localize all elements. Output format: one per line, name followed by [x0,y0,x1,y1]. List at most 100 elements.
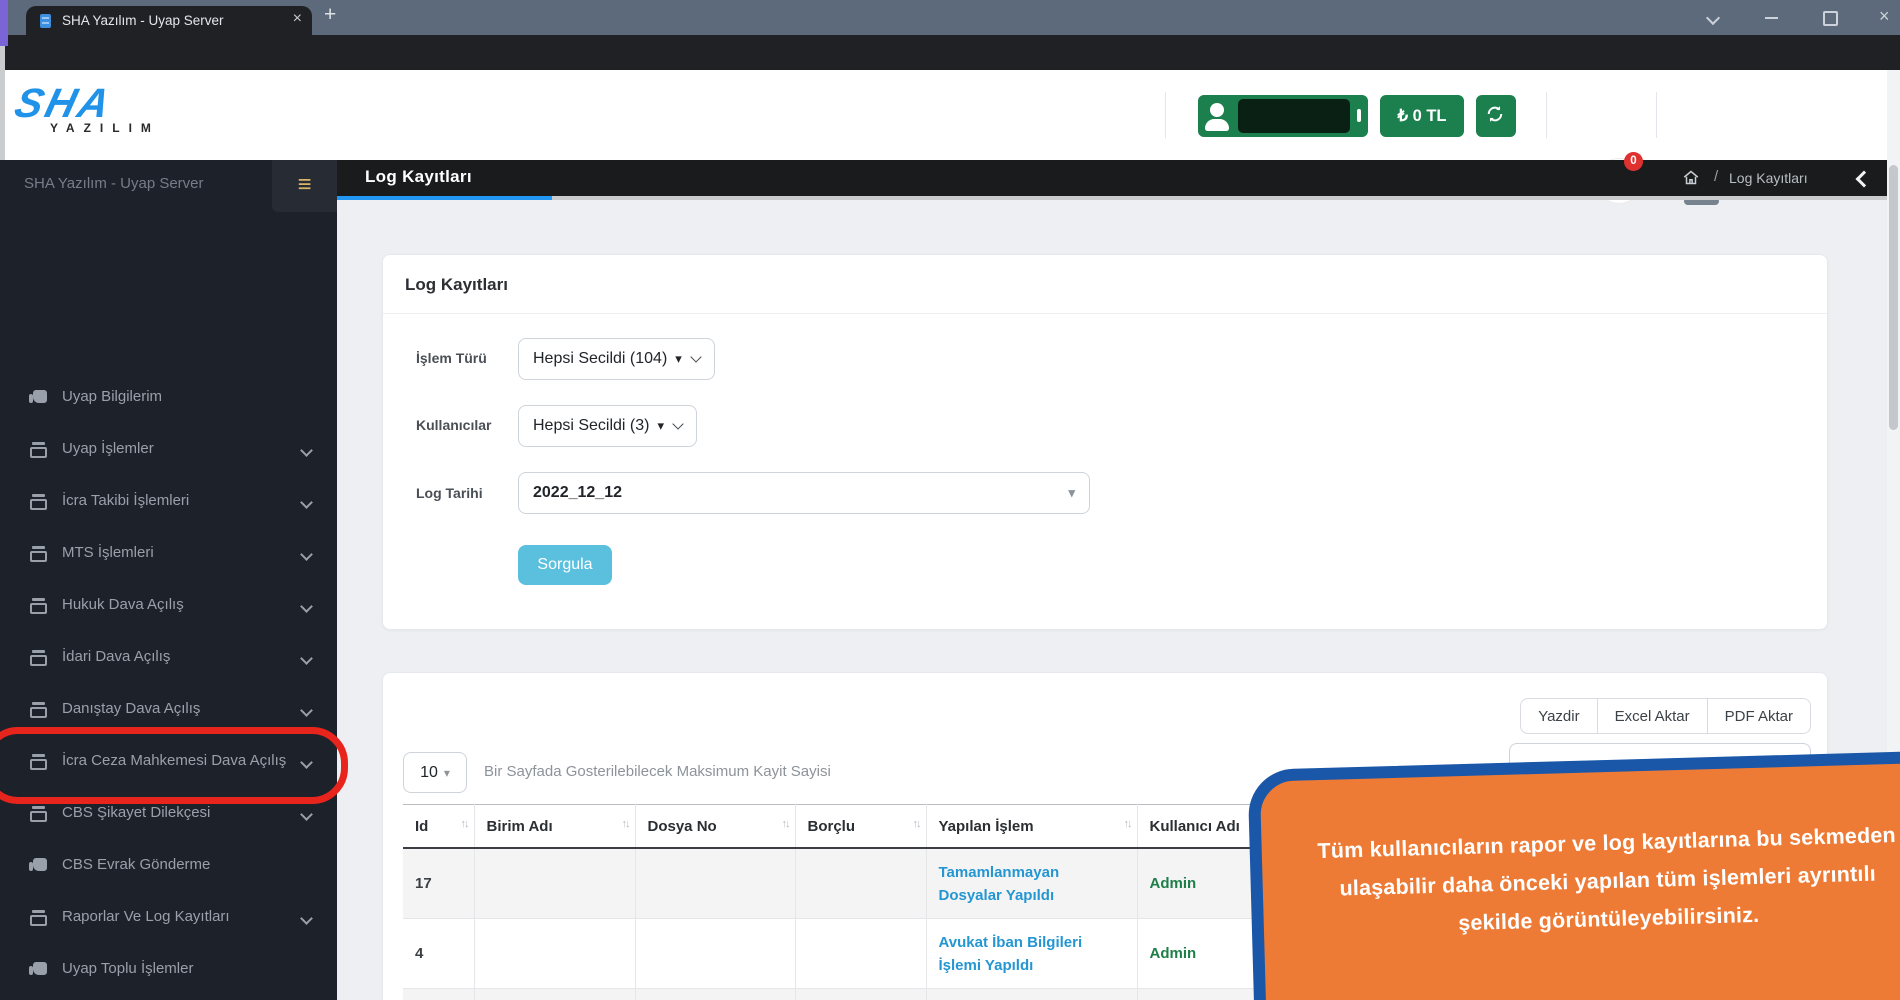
redacted-text [1238,99,1350,133]
refresh-icon [1485,104,1505,124]
caret-down-icon: ▾ [657,418,664,433]
sidebar-item-label: MTS İşlemleri [62,544,154,561]
islem-turu-select[interactable]: Hepsi Secildi (104)▾ [518,338,715,380]
lira-icon: ₺ [1397,107,1408,125]
chevron-down-icon [300,444,313,457]
sidebar-item-raporlar-log[interactable]: Raporlar Ve Log Kayıtları [0,892,337,944]
sidebar-item-label: Hukuk Dava Açılış [62,596,184,613]
refresh-button[interactable] [1476,95,1516,137]
sidebar-item-tum-dosyalar[interactable]: Tüm Uyap Dosyaları Çekme [0,996,337,1000]
cell-id: 3 [403,989,474,1000]
sidebar-item-mts-islemleri[interactable]: MTS İşlemleri [0,528,337,580]
sidebar-item-uyap-toplu[interactable]: Uyap Toplu İşlemler [0,944,337,996]
sort-icon[interactable]: ↑↓ [1124,818,1131,830]
archive-icon [30,442,47,458]
archive-icon [30,546,47,562]
sidebar-item-label: CBS Evrak Gönderme [62,856,210,873]
balance-label: 0 TL [1413,107,1447,125]
home-icon[interactable] [1682,169,1700,191]
column-header-birim-adi[interactable]: Birim Adı↑↓ [474,805,635,849]
sort-icon[interactable]: ↑↓ [622,818,629,830]
sidebar-item-label: CBS Şikayet Dilekçesi [62,804,210,821]
archive-icon [30,650,47,666]
column-header-id[interactable]: Id↑↓ [403,805,474,849]
background-window-edge [0,0,8,46]
browser-url-bar: ← → ⚠ Güvenli değil | yapServer/LogKayit… [0,35,1900,70]
log-tarihi-select[interactable]: 2022_12_12 ▾ [518,472,1090,514]
sidebar-item-cbs-evrak[interactable]: CBS Evrak Gönderme [0,840,337,892]
kullanicilar-label: Kullanıcılar [416,417,491,433]
tab-search-chevron-icon[interactable] [1706,11,1720,25]
sidebar-item-icra-takibi[interactable]: İcra Takibi İşlemleri [0,476,337,528]
chevron-down-icon [300,912,313,925]
hamburger-icon: ≡ [272,160,337,210]
header-separator [1165,92,1166,138]
page-title: Log Kayıtları [365,167,472,187]
cell-dosya-no [635,848,795,919]
pdf-export-button[interactable]: PDF Aktar [1707,698,1811,734]
new-tab-button[interactable]: + [324,3,336,27]
sha-logo[interactable]: SHA YAZILIM [16,82,160,135]
sort-icon[interactable]: ↑↓ [913,818,920,830]
sidebar-item-label: İcra Takibi İşlemleri [62,492,189,509]
sidebar-item-label: Raporlar Ve Log Kayıtları [62,908,230,925]
collapse-panel-chevron-icon[interactable] [1856,171,1873,188]
balance-button[interactable]: ₺ 0 TL [1380,95,1464,137]
cell-islem-link[interactable]: Avukat İban Bilgileri İşlemi Yapıldı [926,989,1137,1000]
kullanicilar-select[interactable]: Hepsi Secildi (3)▾ [518,405,697,447]
column-header-dosya-no[interactable]: Dosya No↑↓ [635,805,795,849]
sidebar-item-uyap-bilgilerim[interactable]: Uyap Bilgilerim [0,372,337,424]
tab-close-icon[interactable]: × [293,10,302,28]
screen: SHA Yazılım - Uyap Server × + × ← → ⚠ Gü… [0,0,1900,1000]
cell-dosya-no [635,919,795,989]
uyap-session-button[interactable] [1198,95,1368,137]
scrollbar-thumb[interactable] [1889,165,1898,430]
chevron-down-icon [300,808,313,821]
chevron-down-icon [300,704,313,717]
excel-export-button[interactable]: Excel Aktar [1597,698,1708,734]
column-header-yapilan-islem[interactable]: Yapılan İşlem↑↓ [926,805,1137,849]
sidebar-title: SHA Yazılım - Uyap Server [24,175,204,192]
sidebar: SHA Yazılım - Uyap Server ≡ Uyap Bilgile… [0,160,337,1000]
chevron-down-icon [690,351,701,362]
sidebar-item-label: İdari Dava Açılış [62,648,170,665]
cell-birim-adi [474,919,635,989]
header-separator [1656,92,1657,138]
cell-islem-link[interactable]: Tamamlanmayan Dosyalar Yapıldı [926,848,1137,919]
hand-icon [33,962,47,975]
sort-icon[interactable]: ↑↓ [782,818,789,830]
print-button[interactable]: Yazdir [1520,698,1597,734]
chevron-down-icon [300,600,313,613]
breadcrumb-separator: / [1714,168,1718,185]
cell-islem-link[interactable]: Avukat İban Bilgileri İşlemi Yapıldı [926,919,1137,989]
page-size-value: 10 [420,764,438,781]
export-button-group: Yazdir Excel Aktar PDF Aktar [1520,698,1811,734]
log-tarihi-label: Log Tarihi [416,485,483,501]
logo-text: SHA [11,82,165,124]
topbar-divider [552,196,1900,200]
browser-tab[interactable]: SHA Yazılım - Uyap Server × [26,6,312,35]
sidebar-item-hukuk-dava[interactable]: Hukuk Dava Açılış [0,580,337,632]
breadcrumb-current[interactable]: Log Kayıtları [1729,170,1808,186]
sidebar-item-uyap-islemler[interactable]: Uyap İşlemler [0,424,337,476]
sorgula-button[interactable]: Sorgula [518,545,612,585]
column-header-borclu[interactable]: Borçlu↑↓ [795,805,926,849]
sort-icon[interactable]: ↑↓ [461,818,468,830]
window-close-button[interactable]: × [1879,6,1890,27]
archive-icon [30,598,47,614]
window-maximize-button[interactable] [1823,11,1838,26]
sidebar-item-idari-dava[interactable]: İdari Dava Açılış [0,632,337,684]
chevron-down-icon [300,548,313,561]
sidebar-item-label: Danıştay Dava Açılış [62,700,200,717]
page-size-select[interactable]: 10▾ [403,752,467,793]
content-top-bar: Log Kayıtları / Log Kayıtları [337,160,1900,196]
filter-card: Log Kayıtları İşlem Türü Hepsi Secildi (… [382,254,1828,630]
sidebar-item-label: Uyap Toplu İşlemler [62,960,193,977]
chevron-down-icon [300,652,313,665]
text-fragment [1357,109,1361,122]
person-icon [1210,103,1224,117]
cell-borclu [795,989,926,1000]
window-minimize-button[interactable] [1765,17,1778,19]
sidebar-toggle-button[interactable]: ≡ [272,160,337,212]
hand-icon [33,858,47,871]
